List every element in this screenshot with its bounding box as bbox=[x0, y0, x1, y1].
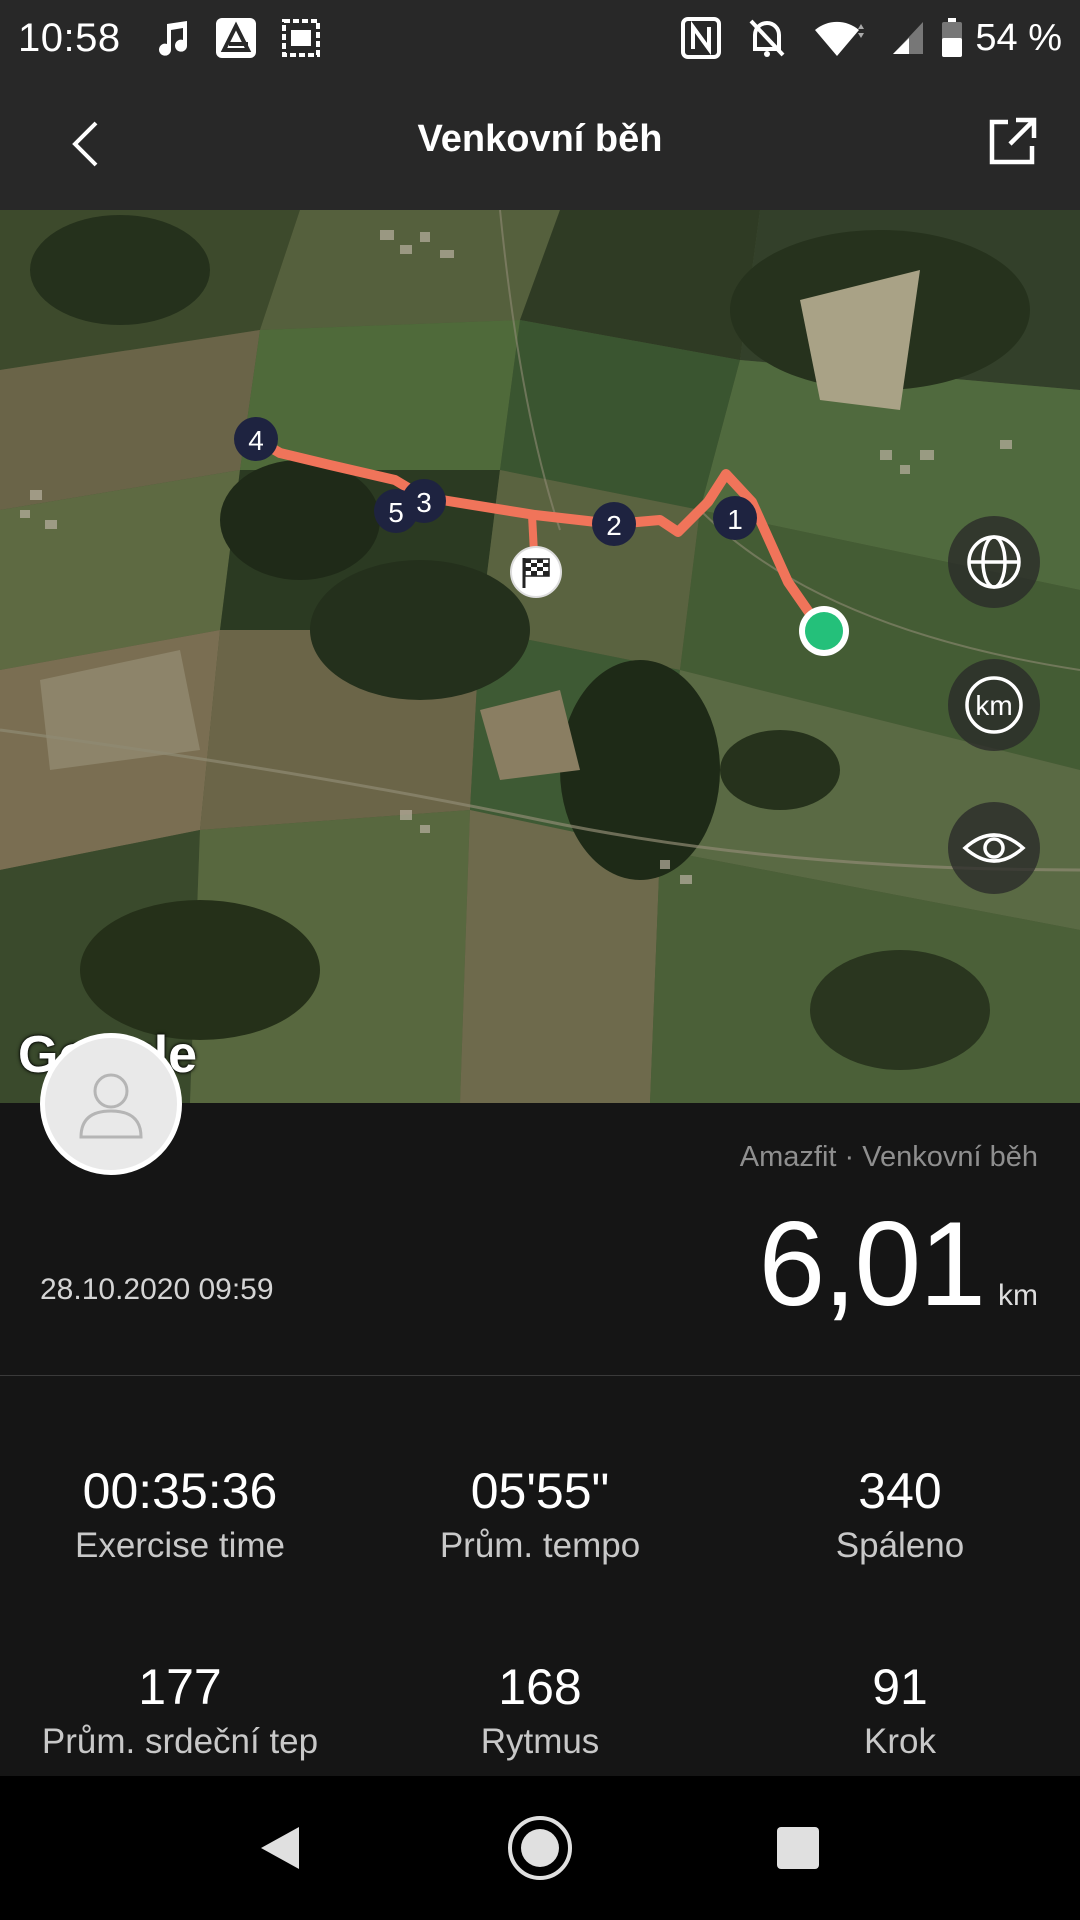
stat-label: Spáleno bbox=[835, 1526, 965, 1565]
km-marker-1[interactable]: 1 bbox=[713, 496, 757, 540]
stat-value: 00:35:36 bbox=[82, 1463, 278, 1519]
km-icon: km bbox=[965, 676, 1023, 734]
stat-value: 05'55" bbox=[470, 1463, 610, 1519]
status-bar: 10:58 54 % bbox=[0, 0, 1080, 76]
stat-avg-pace: 05'55" Prům. tempo bbox=[360, 1462, 720, 1566]
distance: 6,01 km bbox=[758, 1195, 1038, 1333]
stat-label: Krok bbox=[864, 1722, 936, 1761]
svg-text:3: 3 bbox=[416, 487, 432, 518]
stat-calories: 340 Spáleno bbox=[720, 1462, 1080, 1566]
stats-grid: 00:35:36 Exercise time 05'55" Prům. temp… bbox=[0, 1376, 1080, 1776]
stat-value: 340 bbox=[858, 1463, 942, 1519]
stat-value: 177 bbox=[138, 1659, 222, 1715]
stat-value: 168 bbox=[498, 1659, 582, 1715]
km-markers-toggle[interactable]: km bbox=[948, 659, 1040, 751]
svg-text:4: 4 bbox=[248, 425, 264, 456]
nav-recents-button[interactable] bbox=[762, 1812, 834, 1884]
status-time: 10:58 bbox=[18, 15, 121, 60]
nav-back-button[interactable] bbox=[244, 1812, 316, 1884]
visibility-toggle[interactable] bbox=[948, 802, 1040, 894]
eye-icon bbox=[962, 833, 1026, 863]
battery-percent: 54 % bbox=[975, 16, 1062, 59]
avatar[interactable] bbox=[40, 1033, 182, 1175]
nfc-icon bbox=[681, 17, 722, 59]
stat-label: Prům. srdeční tep bbox=[41, 1722, 319, 1761]
wifi-icon bbox=[813, 18, 865, 58]
signal-icon bbox=[891, 20, 925, 56]
stat-label: Exercise time bbox=[74, 1526, 286, 1565]
svg-text:2: 2 bbox=[606, 510, 622, 541]
bell-off-icon bbox=[747, 17, 787, 59]
stat-exercise-time: 00:35:36 Exercise time bbox=[0, 1462, 360, 1566]
distance-unit: km bbox=[998, 1279, 1038, 1312]
image-icon bbox=[281, 18, 321, 58]
stat-cadence: 168 Rytmus bbox=[360, 1658, 720, 1762]
distance-value: 6,01 bbox=[758, 1197, 986, 1331]
recents-square-icon bbox=[777, 1827, 819, 1869]
page-title: Venkovní běh bbox=[417, 118, 663, 160]
battery-icon bbox=[941, 18, 963, 58]
back-triangle-icon bbox=[261, 1827, 299, 1869]
svg-text:km: km bbox=[975, 690, 1012, 721]
globe-icon bbox=[967, 535, 1021, 589]
map-layer-button[interactable] bbox=[948, 516, 1040, 608]
home-circle-icon bbox=[508, 1816, 572, 1880]
route-map[interactable]: 1 2 5 3 4 km bbox=[0, 210, 1080, 1103]
svg-text:5: 5 bbox=[388, 497, 404, 528]
km-marker-2[interactable]: 2 bbox=[592, 502, 636, 546]
finish-flag-icon[interactable] bbox=[510, 546, 562, 598]
stat-value: 91 bbox=[872, 1659, 928, 1715]
nav-home-button[interactable] bbox=[504, 1812, 576, 1884]
start-point-marker[interactable] bbox=[799, 606, 849, 656]
app-bar: Venkovní běh bbox=[0, 76, 1080, 210]
app-a-icon bbox=[215, 17, 257, 59]
music-note-icon bbox=[157, 20, 191, 56]
km-marker-4[interactable]: 4 bbox=[234, 417, 278, 461]
workout-summary: Amazfit · Venkovní běh 6,01 km 28.10.202… bbox=[0, 1033, 1080, 1375]
share-button[interactable] bbox=[982, 112, 1042, 172]
km-markers-layer: 1 2 5 3 4 bbox=[234, 417, 849, 656]
device-source: Amazfit · Venkovní běh bbox=[739, 1141, 1038, 1173]
stat-label: Rytmus bbox=[480, 1722, 600, 1761]
stat-stride: 91 Krok bbox=[720, 1658, 1080, 1762]
share-icon bbox=[989, 117, 1037, 165]
stat-avg-heart-rate: 177 Prům. srdeční tep bbox=[0, 1658, 360, 1762]
system-nav-bar bbox=[0, 1776, 1080, 1920]
workout-date: 28.10.2020 09:59 bbox=[40, 1273, 274, 1306]
stat-label: Prům. tempo bbox=[439, 1526, 641, 1565]
svg-text:1: 1 bbox=[727, 504, 743, 535]
km-marker-3[interactable]: 3 bbox=[402, 479, 446, 523]
user-icon bbox=[79, 1073, 143, 1139]
